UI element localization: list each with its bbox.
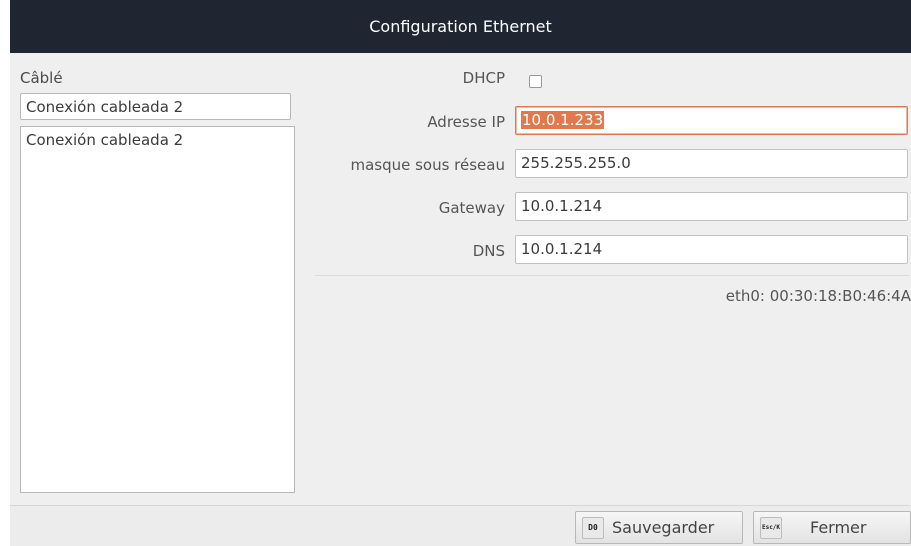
connection-name-field[interactable]: Conexión cableada 2 bbox=[20, 93, 291, 120]
close-button-label: Fermer bbox=[810, 518, 867, 537]
window-titlebar: Configuration Ethernet bbox=[10, 0, 911, 53]
config-panel: Câblé Conexión cableada 2 Conexión cable… bbox=[10, 53, 911, 505]
gateway-field[interactable]: 10.0.1.214 bbox=[515, 192, 908, 221]
mac-address-text: eth0: 00:30:18:B0:46:4A bbox=[725, 287, 911, 305]
connection-list[interactable]: Conexión cableada 2 bbox=[20, 126, 295, 493]
ip-address-field[interactable]: 10.0.1.233 bbox=[515, 106, 908, 135]
close-key-icon: Esc/K bbox=[760, 516, 782, 539]
save-key-icon: D0 bbox=[582, 516, 604, 539]
save-button-label: Sauvegarder bbox=[612, 518, 715, 537]
dns-field[interactable]: 10.0.1.214 bbox=[515, 235, 908, 264]
subnet-mask-field[interactable]: 255.255.255.0 bbox=[515, 149, 908, 178]
dhcp-label: DHCP bbox=[462, 69, 505, 87]
window-title: Configuration Ethernet bbox=[369, 17, 552, 36]
wired-section-label: Câblé bbox=[20, 69, 63, 87]
close-button[interactable]: Esc/K Fermer bbox=[753, 511, 911, 544]
gateway-label: Gateway bbox=[438, 199, 505, 217]
ip-address-label: Adresse IP bbox=[427, 113, 505, 131]
dialog-footer: D0 Sauvegarder Esc/K Fermer bbox=[10, 505, 911, 546]
ip-address-value: 10.0.1.233 bbox=[521, 111, 605, 129]
subnet-mask-label: masque sous réseau bbox=[350, 156, 505, 174]
dhcp-checkbox[interactable] bbox=[529, 75, 542, 88]
form-divider bbox=[315, 275, 909, 276]
dns-label: DNS bbox=[472, 242, 505, 260]
connection-list-item[interactable]: Conexión cableada 2 bbox=[21, 127, 294, 153]
save-button[interactable]: D0 Sauvegarder bbox=[575, 511, 743, 544]
